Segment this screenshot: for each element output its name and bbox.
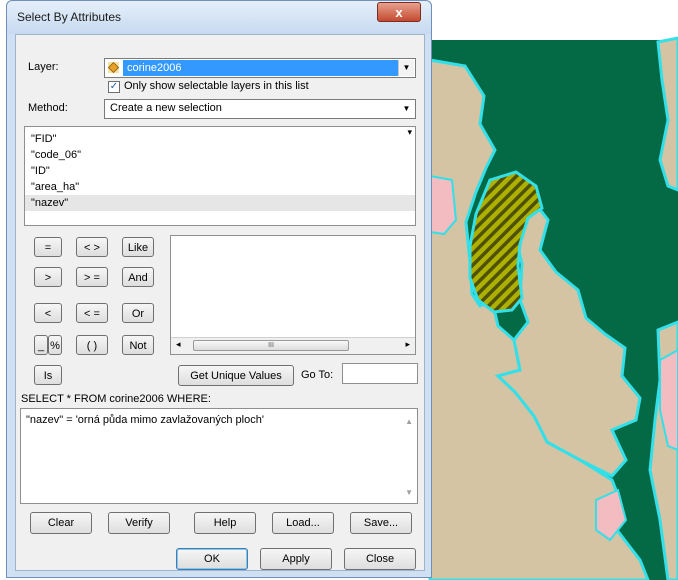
field-list-item[interactable]: "ID": [25, 163, 415, 179]
layer-label: Layer:: [28, 61, 59, 73]
window-close-button[interactable]: x: [377, 2, 421, 22]
operator-or-button[interactable]: Or: [122, 303, 154, 323]
operator-parentheses-button[interactable]: ( ): [76, 335, 108, 355]
layer-value: corine2006: [123, 60, 398, 76]
operator-percent-button[interactable]: %: [48, 335, 62, 355]
load-button[interactable]: Load...: [272, 512, 334, 534]
field-list-scroll-arrow-icon[interactable]: ▾: [407, 127, 412, 138]
operator-equals-button[interactable]: =: [34, 237, 62, 257]
map-pink-left-polygon: [429, 174, 458, 236]
query-prefix-label: SELECT * FROM corine2006 WHERE:: [21, 393, 211, 405]
map-white-margin: [430, 0, 678, 40]
dialog-titlebar[interactable]: Select By Attributes x: [7, 1, 431, 34]
field-list[interactable]: "FID" "code_06" "ID" "area_ha" "nazev" ▾: [24, 126, 416, 226]
only-selectable-label: Only show selectable layers in this list: [124, 80, 309, 92]
method-dropdown-arrow-icon[interactable]: ▼: [399, 101, 414, 117]
field-list-item[interactable]: "area_ha": [25, 179, 415, 195]
operator-less-equal-button[interactable]: < =: [76, 303, 108, 323]
scroll-right-arrow-icon[interactable]: ▸: [405, 339, 410, 350]
ok-button[interactable]: OK: [176, 548, 248, 570]
field-list-item-selected[interactable]: "nazev": [25, 195, 415, 211]
method-combo[interactable]: Create a new selection ▼: [104, 99, 416, 119]
dialog-client-area: Layer: corine2006 ▼ ✓ Only show selectab…: [15, 34, 425, 571]
unique-values-hscrollbar[interactable]: ◂ III ▸: [171, 337, 415, 354]
scroll-left-arrow-icon[interactable]: ◂: [176, 339, 181, 350]
method-value: Create a new selection: [110, 102, 222, 114]
field-list-item[interactable]: "FID": [25, 131, 415, 147]
query-scroll-down-icon[interactable]: ▼: [405, 488, 413, 497]
layer-diamond-icon: [108, 62, 119, 73]
operator-not-equal-button[interactable]: < >: [76, 237, 108, 257]
operator-and-button[interactable]: And: [122, 267, 154, 287]
only-selectable-checkbox[interactable]: ✓: [108, 81, 120, 93]
save-button[interactable]: Save...: [350, 512, 412, 534]
get-unique-values-button[interactable]: Get Unique Values: [178, 365, 294, 386]
operator-less-button[interactable]: <: [34, 303, 62, 323]
close-button[interactable]: Close: [344, 548, 416, 570]
apply-button[interactable]: Apply: [260, 548, 332, 570]
goto-label: Go To:: [301, 369, 334, 381]
field-list-item[interactable]: "code_06": [25, 147, 415, 163]
unique-values-list[interactable]: ◂ III ▸: [170, 235, 416, 355]
layer-combo[interactable]: corine2006 ▼: [104, 58, 416, 78]
verify-button[interactable]: Verify: [108, 512, 170, 534]
query-textarea[interactable]: "nazev" = 'orná půda mimo zavlažovaných …: [20, 408, 418, 504]
operator-greater-equal-button[interactable]: > =: [76, 267, 108, 287]
query-text: "nazev" = 'orná půda mimo zavlažovaných …: [26, 414, 264, 426]
method-label: Method:: [28, 102, 68, 114]
dialog-title: Select By Attributes: [17, 10, 122, 24]
query-scroll-up-icon[interactable]: ▲: [405, 417, 413, 426]
layer-dropdown-arrow-icon[interactable]: ▼: [398, 60, 414, 76]
help-button[interactable]: Help: [194, 512, 256, 534]
operator-like-button[interactable]: Like: [122, 237, 154, 257]
operator-underscore-button[interactable]: _: [34, 335, 48, 355]
unique-values-scroll-thumb[interactable]: III: [193, 340, 349, 351]
operator-not-button[interactable]: Not: [122, 335, 154, 355]
clear-button[interactable]: Clear: [30, 512, 92, 534]
select-by-attributes-dialog: Select By Attributes x Layer: corine2006…: [6, 0, 432, 578]
goto-input[interactable]: [342, 363, 418, 384]
operator-is-button[interactable]: Is: [34, 365, 62, 385]
operator-greater-button[interactable]: >: [34, 267, 62, 287]
